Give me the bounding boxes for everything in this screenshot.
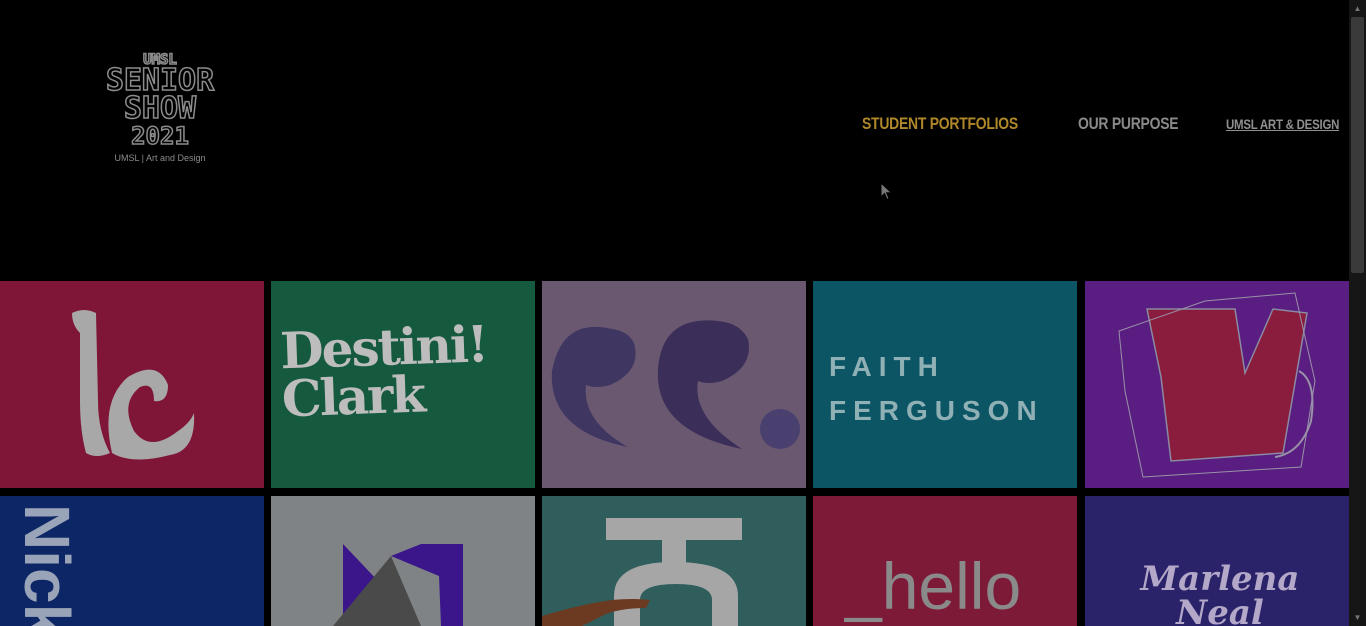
portfolio-tile-faith-ferguson[interactable]: FAITH FERGUSON: [813, 281, 1077, 488]
portfolio-tile-cc[interactable]: [542, 281, 806, 488]
ferguson-text: FERGUSON: [829, 395, 1044, 426]
nav-umsl-art-design[interactable]: UMSL ART & DESIGN: [1226, 116, 1339, 132]
scrollbar-thumb[interactable]: [1351, 17, 1364, 273]
portfolio-tile-lc[interactable]: [0, 281, 264, 488]
faith-ferguson-wordmark: FAITH FERGUSON: [829, 345, 1044, 433]
senior-show-logo[interactable]: UMSL SENIOR SHOW 2021 UMSL | Art and Des…: [96, 48, 224, 168]
page: UMSL SENIOR SHOW 2021 UMSL | Art and Des…: [0, 0, 1349, 626]
scroll-down-arrow-icon[interactable]: ▼: [1349, 609, 1366, 626]
main-nav: STUDENT PORTFOLIOS OUR PURPOSE UMSL ART …: [862, 114, 1349, 134]
portfolio-tile-nick[interactable]: Nick: [0, 496, 264, 626]
portfolio-tile-kv[interactable]: [1085, 281, 1349, 488]
neal-text: Neal: [1176, 593, 1264, 626]
hello-wordmark: _hello: [845, 549, 1022, 623]
mouse-cursor-icon: [880, 182, 893, 201]
portfolio-tile-marlena-neal[interactable]: Marlena Neal: [1085, 496, 1349, 626]
destini-clark-wordmark: Destini! Clark: [279, 314, 488, 429]
logo-line-4: 2021: [131, 122, 189, 150]
marlena-neal-wordmark: Marlena Neal: [1125, 562, 1315, 626]
portfolio-tile-m-logo[interactable]: [271, 496, 535, 626]
nav-our-purpose[interactable]: OUR PURPOSE: [1078, 114, 1179, 134]
logo-subtitle: UMSL | Art and Design: [114, 153, 205, 163]
kv-logo-icon: [1118, 292, 1316, 478]
logo-line-3: SHOW: [124, 91, 197, 126]
vertical-scrollbar[interactable]: ▲ ▼: [1349, 0, 1366, 626]
scroll-up-arrow-icon[interactable]: ▲: [1349, 0, 1366, 17]
cc-monogram-icon: [551, 320, 800, 449]
lc-monogram-icon: [72, 310, 195, 460]
portfolio-tile-hello[interactable]: _hello: [813, 496, 1077, 626]
th-monogram-icon: [542, 518, 742, 626]
marlena-text: Marlena: [1140, 559, 1300, 599]
faith-text: FAITH: [829, 351, 945, 382]
portfolio-tile-th[interactable]: [542, 496, 806, 626]
nav-student-portfolios[interactable]: STUDENT PORTFOLIOS: [862, 114, 1018, 134]
portfolio-tile-destini-clark[interactable]: Destini! Clark: [271, 281, 535, 488]
m-logo-icon: [333, 544, 463, 626]
nick-wordmark: Nick: [11, 504, 83, 626]
